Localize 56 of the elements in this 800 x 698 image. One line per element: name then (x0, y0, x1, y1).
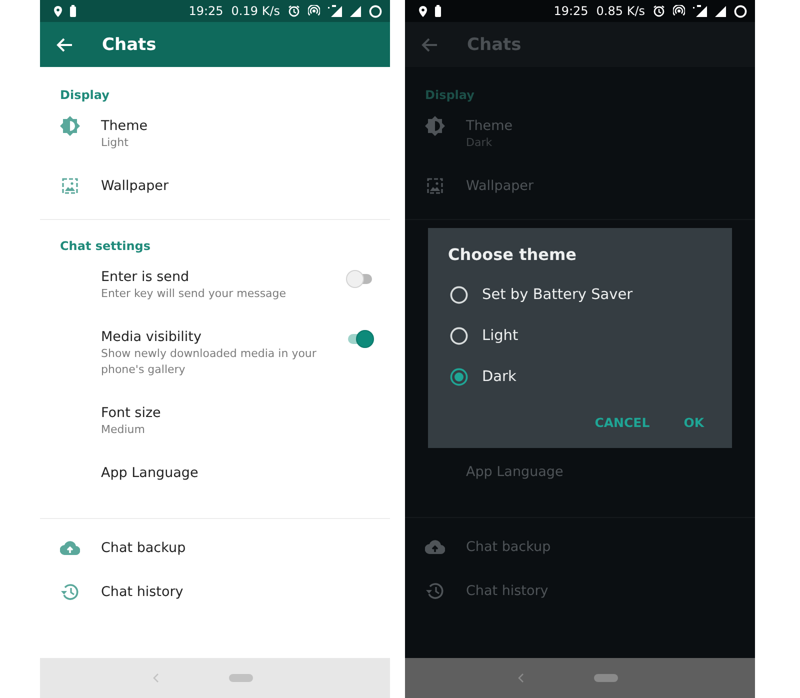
battery-icon (70, 5, 76, 17)
theme-option[interactable]: Dark (428, 356, 732, 397)
status-circle-icon (369, 4, 382, 18)
setting-title[interactable]: Enter is send (101, 268, 346, 286)
status-time: 19:25 (554, 4, 588, 18)
status-circle-icon (734, 4, 747, 18)
screen-title: Chats (102, 34, 156, 54)
brightness-icon (424, 116, 444, 136)
brightness-icon (60, 116, 80, 136)
history-icon (60, 583, 78, 601)
toggle-switch[interactable] (346, 330, 374, 348)
section-header: Chat settings (59, 238, 152, 255)
setting-title[interactable]: Chat backup (101, 539, 374, 557)
back-chevron-icon[interactable] (518, 673, 524, 683)
home-pill[interactable] (228, 674, 252, 682)
screen-title: Chats (467, 34, 522, 54)
theme-option[interactable]: Light (428, 315, 732, 356)
signal-icon (350, 6, 361, 16)
status-time: 19:25 (188, 4, 224, 18)
signal-icon (693, 5, 707, 17)
setting-title[interactable]: Wallpaper (101, 177, 374, 195)
setting-title[interactable]: Font size (101, 404, 374, 422)
back-chevron-icon[interactable] (152, 673, 158, 683)
network-speed: 0.19 K/s (231, 4, 280, 18)
history-icon (426, 582, 444, 600)
radio-button[interactable] (450, 368, 468, 386)
setting-title[interactable]: Chat history (101, 583, 374, 601)
section-header: Display (59, 87, 110, 104)
hotspot-icon (673, 5, 685, 17)
location-icon (54, 6, 62, 16)
cloud-upload-icon (60, 541, 80, 555)
setting-description: Enter key will send your message (101, 286, 288, 302)
picture-icon (62, 178, 78, 194)
alarm-icon (288, 5, 300, 17)
signal-icon (328, 5, 342, 17)
toggle-switch[interactable] (346, 270, 374, 288)
dialog-title: Choose theme (447, 244, 578, 265)
setting-title[interactable]: Media visibility (101, 328, 346, 346)
section-header: Display (424, 87, 476, 104)
network-speed: 0.85 K/s (596, 4, 645, 18)
setting-description: Medium (101, 422, 146, 438)
picture-icon (426, 178, 442, 194)
setting-title[interactable]: App Language (101, 464, 374, 482)
theme-option[interactable]: Set by Battery Saver (428, 274, 732, 315)
home-pill[interactable] (594, 674, 618, 682)
battery-icon (435, 5, 441, 17)
cloud-upload-icon (424, 540, 444, 554)
setting-description: Light (101, 135, 130, 151)
dialog-button[interactable]: CANCEL (584, 404, 660, 440)
setting-description: Show newly downloaded media in your phone's gallery (101, 346, 318, 378)
signal-icon (715, 6, 726, 16)
alarm-icon (653, 5, 665, 17)
hotspot-icon (308, 5, 320, 17)
location-icon (419, 6, 427, 16)
dialog-button[interactable]: OK (674, 404, 714, 440)
setting-title[interactable]: Theme (101, 117, 374, 135)
